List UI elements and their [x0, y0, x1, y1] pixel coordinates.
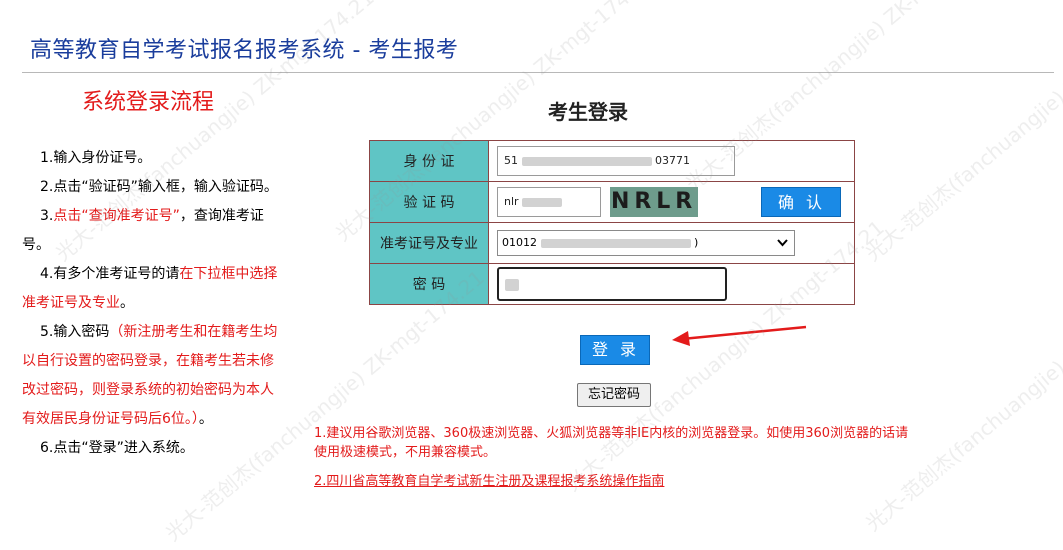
- login-form: 身 份 证 51 03771 验 证 码 nlr NRLR 确认 准考证号及专业…: [369, 140, 855, 305]
- id-row: 身 份 证 51 03771: [369, 140, 855, 182]
- exam-label: 准考证号及专业: [369, 222, 489, 264]
- watermark: 光大-范创杰(fanchuangjie) ZK-mgt-174.21: [860, 0, 1063, 266]
- flow-step: 5.输入密码（新注册考生和在籍考生均以自行设置的密码登录，在籍考生若未修改过密码…: [22, 318, 284, 434]
- captcha-label: 验 证 码: [369, 181, 489, 223]
- password-input[interactable]: [497, 267, 727, 301]
- red-arrow-icon: [672, 325, 807, 346]
- exam-select[interactable]: 01012 ): [497, 230, 795, 256]
- flow-step-text: 点击“查询准考证号”: [53, 208, 180, 224]
- flow-step: 2.点击“验证码”输入框，输入验证码。: [22, 173, 284, 202]
- page-title: 高等教育自学考试报名报考系统 - 考生报考: [30, 38, 459, 63]
- flow-title: 系统登录流程: [82, 90, 215, 115]
- flow-steps: 1.输入身份证号。 2.点击“验证码”输入框，输入验证码。 3.点击“查询准考证号”…: [22, 144, 284, 463]
- id-value-prefix: 51: [504, 154, 518, 167]
- flow-step-text: 6.点击“登录”进入系统。: [40, 440, 194, 456]
- flow-step-text: 1.输入身份证号。: [40, 150, 152, 166]
- browser-tip: 1.建议用谷歌浏览器、360极速浏览器、火狐浏览器等非IE内核的浏览器登录。如使…: [314, 426, 909, 460]
- flow-step: 3.点击“查询准考证号”，查询准考证号。: [22, 202, 284, 260]
- confirm-button[interactable]: 确认: [761, 187, 841, 217]
- guide-link[interactable]: 2.四川省高等教育自学考试新生注册及课程报考系统操作指南: [314, 470, 664, 489]
- flow-step-text: 5.输入密码: [40, 324, 110, 340]
- redacted-mask: [522, 197, 563, 207]
- exam-value-prefix: 01012: [502, 236, 537, 249]
- captcha-input[interactable]: nlr: [497, 187, 601, 217]
- id-input[interactable]: 51 03771: [497, 146, 735, 176]
- redacted-mask: [521, 156, 652, 166]
- exam-row: 准考证号及专业 01012 ): [369, 222, 855, 264]
- captcha-image[interactable]: NRLR: [610, 187, 699, 217]
- redacted-mask: [505, 278, 519, 291]
- flow-step-text: 3.: [40, 208, 54, 224]
- flow-step: 6.点击“登录”进入系统。: [22, 434, 284, 463]
- header-divider: [22, 72, 1054, 73]
- chevron-down-icon: [777, 231, 788, 264]
- flow-step-text: 2.点击“验证码”输入框，输入验证码。: [40, 179, 278, 195]
- watermark: 光大-范创杰(fanchuangjie) ZK-mgt-174.21: [860, 255, 1063, 536]
- flow-step-text: 。: [198, 411, 213, 427]
- captcha-row: 验 证 码 nlr NRLR 确认: [369, 181, 855, 223]
- forgot-password-button[interactable]: 忘记密码: [577, 383, 651, 407]
- flow-step-text: 。: [120, 295, 134, 311]
- captcha-value: nlr: [504, 195, 519, 208]
- login-button[interactable]: 登录: [580, 335, 650, 365]
- flow-step: 4.有多个准考证号的请在下拉框中选择准考证号及专业。: [22, 260, 284, 318]
- id-label: 身 份 证: [369, 140, 489, 182]
- flow-step: 1.输入身份证号。: [22, 144, 284, 173]
- exam-value-suffix: ): [694, 236, 699, 249]
- password-label: 密 码: [369, 263, 489, 305]
- login-title: 考生登录: [548, 100, 628, 124]
- redacted-mask: [540, 238, 691, 248]
- password-row: 密 码: [369, 263, 855, 305]
- flow-step-text: 4.有多个准考证号的请: [40, 266, 180, 282]
- id-value-suffix: 03771: [655, 154, 690, 167]
